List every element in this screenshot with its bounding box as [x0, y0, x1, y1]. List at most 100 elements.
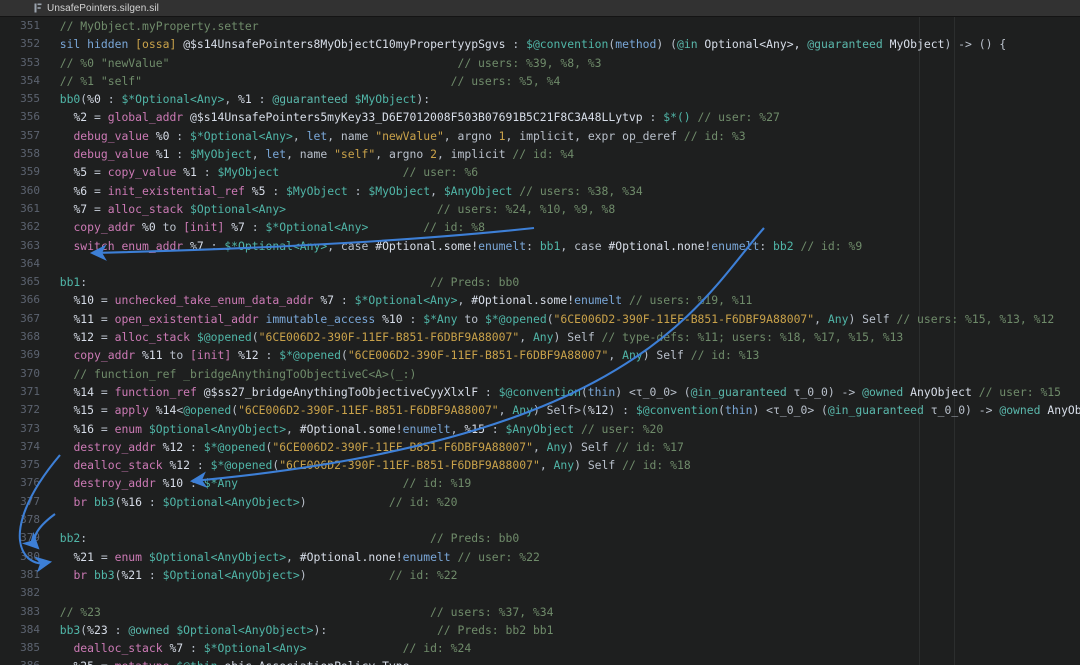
line-number: 375: [20, 458, 40, 472]
code-line[interactable]: 382: [0, 584, 1080, 602]
line-number: 384: [20, 622, 40, 636]
code-line[interactable]: 379 bb2: // Preds: bb0: [0, 529, 1080, 547]
code-line[interactable]: 369 copy_addr %11 to [init] %12 : $*@ope…: [0, 346, 1080, 364]
code-line[interactable]: 358 debug_value %1 : $MyObject, let, nam…: [0, 145, 1080, 163]
line-number: 366: [20, 293, 40, 307]
code-line[interactable]: 360 %6 = init_existential_ref %5 : $MyOb…: [0, 182, 1080, 200]
code-line-text: // MyObject.myProperty.setter: [59, 19, 259, 33]
line-number: 352: [20, 37, 40, 51]
sil-code-viewer: UnsafePointers.silgen.sil 351 // MyObjec…: [0, 0, 1080, 665]
line-number: 372: [20, 403, 40, 417]
line-number: 376: [20, 476, 40, 490]
code-line-text: %11 = open_existential_addr immutable_ac…: [73, 311, 1055, 326]
code-line-text: copy_addr %11 to [init] %12 : $*@opened(…: [73, 348, 760, 363]
code-line[interactable]: 352 sil hidden [ossa] @$s14UnsafePointer…: [0, 35, 1080, 53]
code-line[interactable]: 373 %16 = enum $Optional<AnyObject>, #Op…: [0, 420, 1080, 438]
line-number: 373: [20, 421, 40, 435]
code-line[interactable]: 385 dealloc_stack %7 : $*Optional<Any> /…: [0, 639, 1080, 657]
code-line[interactable]: 374 destroy_addr %12 : $*@opened("6CE006…: [0, 438, 1080, 456]
line-number: 383: [20, 604, 40, 618]
line-number: 381: [20, 567, 40, 581]
code-line-text: %14 = function_ref @$ss27_bridgeAnything…: [73, 384, 1062, 399]
code-line[interactable]: 370 // function_ref _bridgeAnythingToObj…: [0, 365, 1080, 383]
file-icon: [34, 3, 42, 13]
line-number: 355: [20, 92, 40, 106]
code-line-text: %6 = init_existential_ref %5 : $MyObject…: [73, 183, 643, 198]
code-line-text: %5 = copy_value %1 : $MyObject // user: …: [73, 165, 479, 180]
line-number: 353: [20, 55, 40, 69]
line-number: 351: [20, 19, 40, 32]
code-line[interactable]: 361 %7 = alloc_stack $Optional<Any> // u…: [0, 200, 1080, 218]
code-line-text: %21 = enum $Optional<AnyObject>, #Option…: [73, 549, 540, 564]
code-line[interactable]: 353 // %0 "newValue" // users: %39, %8, …: [0, 54, 1080, 72]
line-number: 356: [20, 110, 40, 124]
line-number: 378: [20, 513, 40, 527]
line-number: 368: [20, 330, 40, 344]
line-number: 364: [20, 256, 40, 270]
code-line-text: bb3(%23 : @owned $Optional<AnyObject>): …: [59, 622, 554, 637]
line-number: 369: [20, 348, 40, 362]
code-line-text: switch_enum_addr %7 : $*Optional<Any>, c…: [73, 238, 863, 253]
code-line-text: %15 = apply %14<@opened("6CE006D2-390F-1…: [73, 403, 1080, 418]
line-number: 377: [20, 494, 40, 508]
code-line[interactable]: 386 %25 = metatype $@thin objc_Associati…: [0, 657, 1080, 665]
line-number: 385: [20, 641, 40, 655]
line-number: 386: [0, 657, 46, 665]
code-line[interactable]: 362 copy_addr %0 to [init] %7 : $*Option…: [0, 218, 1080, 236]
code-line[interactable]: 381 br bb3(%21 : $Optional<AnyObject>) /…: [0, 566, 1080, 584]
line-number: 359: [20, 165, 40, 179]
code-line-text: dealloc_stack %7 : $*Optional<Any> // id…: [73, 641, 472, 656]
code-line[interactable]: 368 %12 = alloc_stack $@opened("6CE006D2…: [0, 328, 1080, 346]
code-line[interactable]: 375 dealloc_stack %12 : $*@opened("6CE00…: [0, 456, 1080, 474]
code-line-text: %25 = metatype $@thin objc_AssociationPo…: [46, 657, 409, 665]
code-line-text: // function_ref _bridgeAnythingToObjecti…: [73, 366, 417, 381]
code-line[interactable]: 378: [0, 511, 1080, 529]
code-line[interactable]: 372 %15 = apply %14<@opened("6CE006D2-39…: [0, 401, 1080, 419]
code-line[interactable]: 354 // %1 "self" // users: %5, %4: [0, 72, 1080, 90]
code-line[interactable]: 359 %5 = copy_value %1 : $MyObject // us…: [0, 163, 1080, 181]
line-number: 379: [20, 531, 40, 545]
code-line[interactable]: 371 %14 = function_ref @$ss27_bridgeAnyt…: [0, 383, 1080, 401]
code-line-text: %7 = alloc_stack $Optional<Any> // users…: [73, 201, 616, 216]
line-number: 362: [20, 220, 40, 234]
code-line[interactable]: 363 switch_enum_addr %7 : $*Optional<Any…: [0, 237, 1080, 255]
code-line-text: // %1 "self" // users: %5, %4: [59, 73, 561, 88]
line-number: 361: [20, 201, 40, 215]
code-line[interactable]: 366 %10 = unchecked_take_enum_data_addr …: [0, 291, 1080, 309]
code-line[interactable]: 365 bb1: // Preds: bb0: [0, 273, 1080, 291]
code-line[interactable]: 383 // %23 // users: %37, %34: [0, 603, 1080, 621]
code-line[interactable]: 355 bb0(%0 : $*Optional<Any>, %1 : @guar…: [0, 90, 1080, 108]
line-number: 365: [20, 275, 40, 289]
code-line[interactable]: 364: [0, 255, 1080, 273]
window-title: UnsafePointers.silgen.sil: [47, 2, 159, 14]
code-line-text: bb2: // Preds: bb0: [59, 531, 520, 546]
code-line[interactable]: 376 destroy_addr %10 : $*Any // id: %19: [0, 474, 1080, 492]
code-line[interactable]: 384 bb3(%23 : @owned $Optional<AnyObject…: [0, 621, 1080, 639]
code-line[interactable]: 377 br bb3(%16 : $Optional<AnyObject>) /…: [0, 493, 1080, 511]
line-number: 357: [20, 128, 40, 142]
code-line-text: debug_value %1 : $MyObject, let, name "s…: [73, 147, 575, 162]
code-line-text: // %23 // users: %37, %34: [59, 604, 554, 619]
line-number: 367: [20, 311, 40, 325]
code-line[interactable]: 357 debug_value %0 : $*Optional<Any>, le…: [0, 127, 1080, 145]
line-number: 371: [20, 384, 40, 398]
code-line-text: destroy_addr %12 : $*@opened("6CE006D2-3…: [73, 439, 684, 454]
code-line-text: // %0 "newValue" // users: %39, %8, %3: [59, 55, 602, 70]
code-lines-container[interactable]: 351 // MyObject.myProperty.setter 352 sil…: [0, 17, 1080, 665]
line-number: 374: [20, 439, 40, 453]
code-line[interactable]: 380 %21 = enum $Optional<AnyObject>, #Op…: [0, 548, 1080, 566]
code-line-text: %2 = global_addr @$s14UnsafePointers5myK…: [73, 110, 780, 125]
line-number: 363: [20, 238, 40, 252]
code-line-text: bb1: // Preds: bb0: [59, 275, 520, 290]
code-line-text: %16 = enum $Optional<AnyObject>, #Option…: [73, 421, 664, 436]
code-line[interactable]: 351 // MyObject.myProperty.setter: [0, 17, 1080, 35]
code-line[interactable]: 356 %2 = global_addr @$s14UnsafePointers…: [0, 108, 1080, 126]
line-number: 360: [20, 183, 40, 197]
code-line-text: copy_addr %0 to [init] %7 : $*Optional<A…: [73, 220, 485, 235]
window-titlebar: UnsafePointers.silgen.sil: [0, 0, 1080, 17]
editor-pane[interactable]: 351 // MyObject.myProperty.setter 352 sil…: [0, 17, 1080, 665]
line-number: 354: [20, 73, 40, 87]
line-number: 370: [20, 366, 40, 380]
code-line[interactable]: 367 %11 = open_existential_addr immutabl…: [0, 310, 1080, 328]
line-number: 358: [20, 147, 40, 161]
